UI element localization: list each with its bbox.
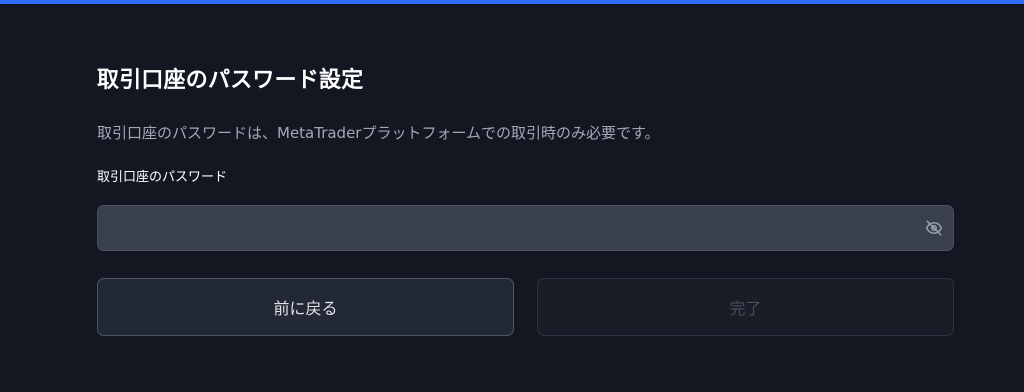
password-field-container bbox=[97, 205, 954, 251]
page-title: 取引口座のパスワード設定 bbox=[97, 68, 364, 93]
back-button[interactable]: 前に戻る bbox=[97, 278, 514, 336]
password-setup-panel: 取引口座のパスワード設定 取引口座のパスワードは、MetaTraderプラットフ… bbox=[97, 0, 954, 392]
done-button[interactable]: 完了 bbox=[537, 278, 954, 336]
back-button-label: 前に戻る bbox=[273, 299, 338, 318]
page-description: 取引口座のパスワードは、MetaTraderプラットフォームでの取引時のみ必要で… bbox=[97, 124, 660, 142]
eye-off-icon[interactable] bbox=[923, 217, 945, 239]
password-field-label: 取引口座のパスワード bbox=[97, 170, 228, 185]
password-input[interactable] bbox=[98, 206, 898, 250]
done-button-label: 完了 bbox=[729, 299, 762, 318]
